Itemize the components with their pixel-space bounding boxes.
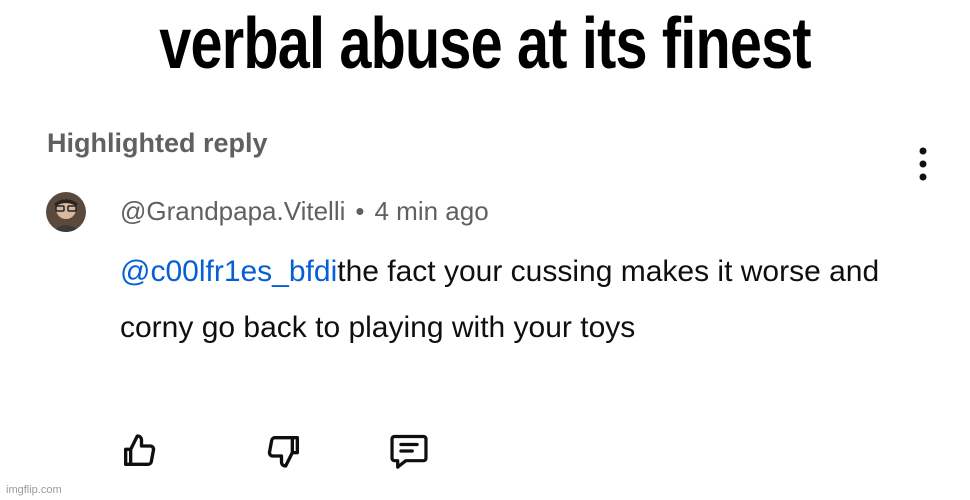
thumbs-down-icon bbox=[267, 436, 299, 468]
reply-comment-icon bbox=[390, 434, 428, 469]
mention-link[interactable]: @c00lfr1es_bfdi bbox=[120, 255, 337, 288]
more-options-button[interactable] bbox=[905, 144, 941, 184]
meme-caption: verbal abuse at its finest bbox=[159, 4, 811, 84]
comment-meta: @Grandpapa.Vitelli • 4 min ago bbox=[120, 196, 489, 227]
author-name[interactable]: @Grandpapa.Vitelli bbox=[120, 196, 345, 226]
reply-button[interactable] bbox=[386, 428, 432, 474]
watermark: imgflip.com bbox=[6, 484, 62, 496]
more-vertical-icon bbox=[919, 147, 927, 181]
dislike-button[interactable] bbox=[261, 428, 307, 474]
comment-time: 4 min ago bbox=[374, 196, 489, 226]
comment-text: @c00lfr1es_bfdithe fact your cussing mak… bbox=[120, 244, 900, 356]
like-button[interactable] bbox=[116, 428, 162, 474]
highlighted-reply-label: Highlighted reply bbox=[47, 128, 268, 158]
meta-separator: • bbox=[355, 196, 365, 226]
thumbs-up-icon bbox=[124, 434, 156, 466]
avatar[interactable] bbox=[46, 192, 86, 232]
